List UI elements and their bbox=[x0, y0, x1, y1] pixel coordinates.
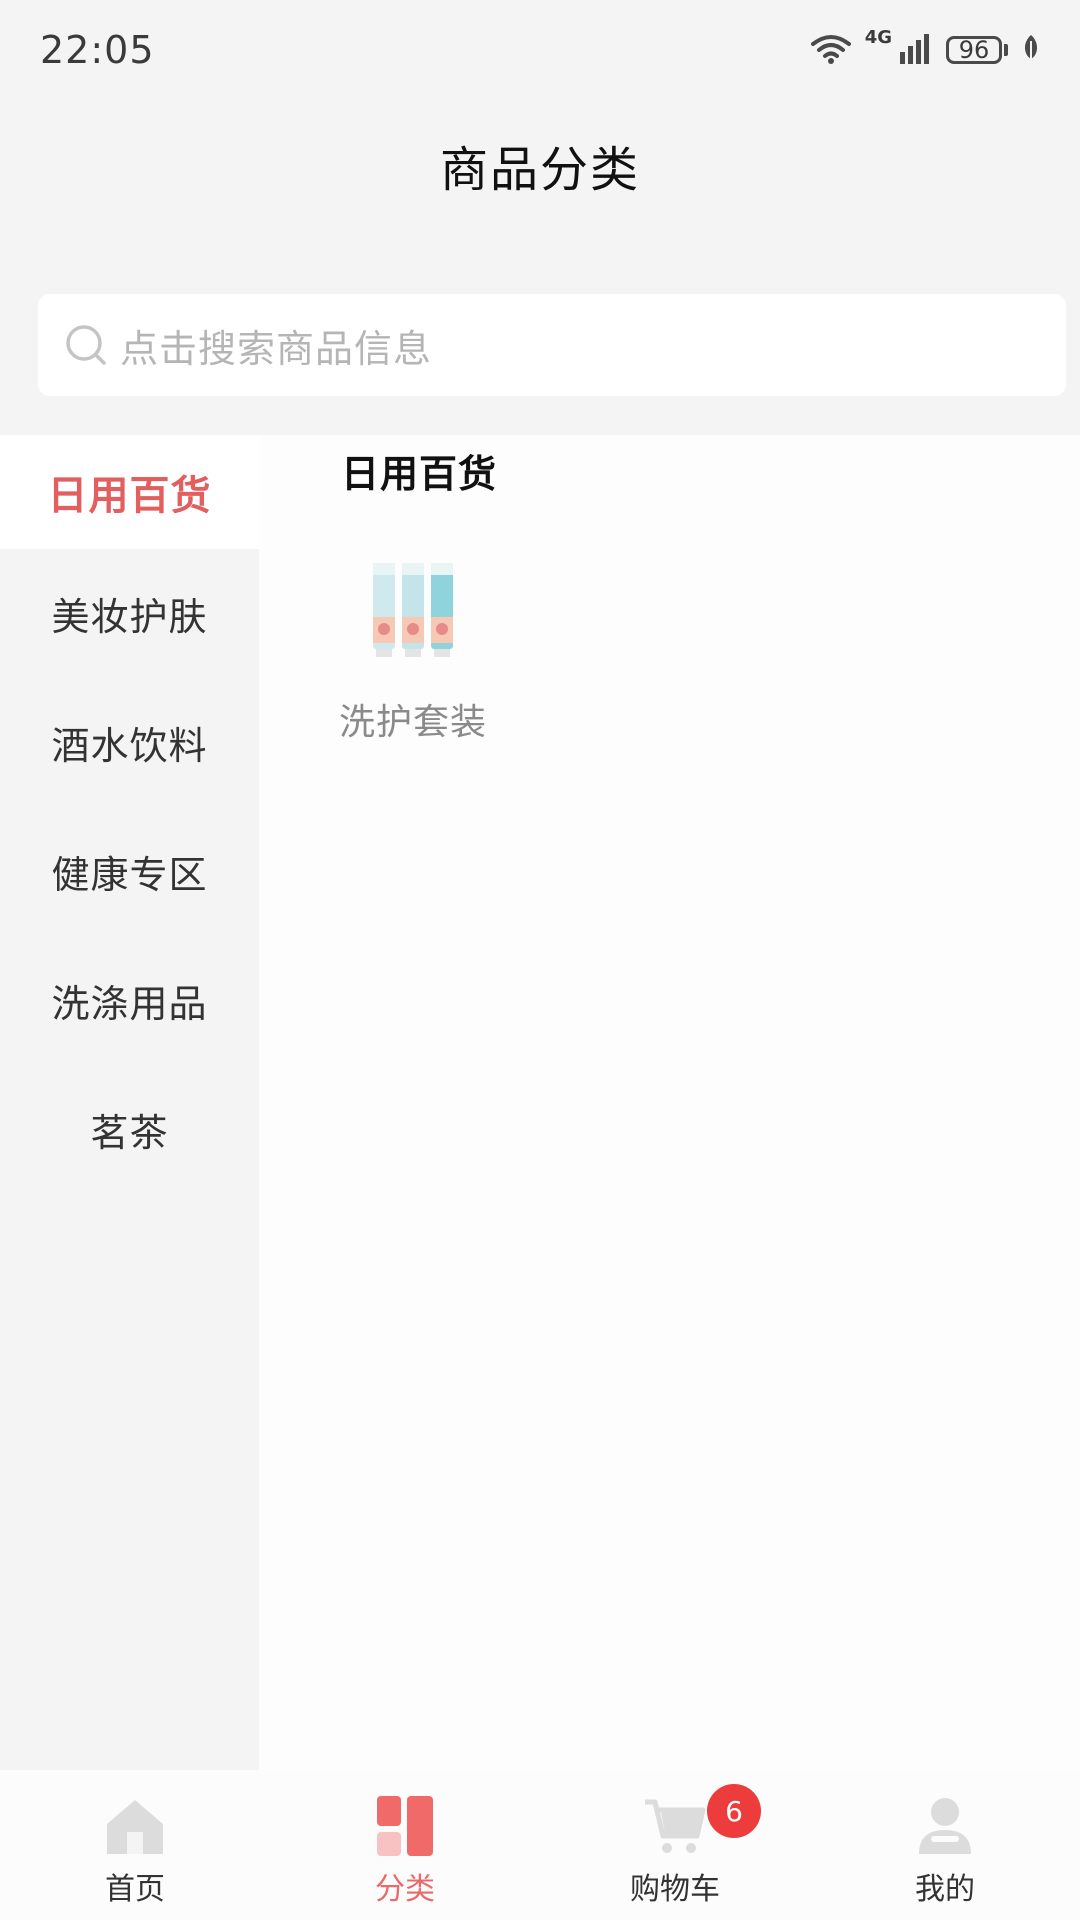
battery-icon: 96 bbox=[946, 36, 1008, 64]
cart-icon bbox=[643, 1794, 707, 1858]
search-placeholder: 点击搜索商品信息 bbox=[120, 326, 433, 371]
tab-profile[interactable]: 我的 bbox=[810, 1770, 1080, 1920]
leaf-icon bbox=[1022, 33, 1040, 67]
tab-label: 购物车 bbox=[630, 1872, 720, 1907]
search-input[interactable]: 点击搜索商品信息 bbox=[38, 294, 1066, 396]
sidebar-item-health[interactable]: 健康专区 bbox=[0, 807, 259, 936]
tab-label: 我的 bbox=[915, 1872, 975, 1907]
tab-label: 首页 bbox=[105, 1872, 165, 1907]
sidebar-item-beauty[interactable]: 美妆护肤 bbox=[0, 549, 259, 678]
cart-count-badge: 6 bbox=[707, 1784, 761, 1838]
sidebar-item-detergent[interactable]: 洗涤用品 bbox=[0, 936, 259, 1065]
home-icon bbox=[103, 1794, 167, 1858]
sidebar-item-daily-goods[interactable]: 日用百货 bbox=[0, 435, 259, 549]
search-icon bbox=[64, 323, 108, 367]
sidebar-item-drinks[interactable]: 酒水饮料 bbox=[0, 678, 259, 807]
product-name: 洗护套装 bbox=[338, 702, 487, 743]
tab-cart[interactable]: 购物车 6 bbox=[540, 1770, 810, 1920]
sidebar-item-tea[interactable]: 茗茶 bbox=[0, 1065, 259, 1194]
status-icons: 4G 96 bbox=[810, 27, 1040, 68]
signal-icon bbox=[898, 32, 932, 68]
category-icon bbox=[373, 1794, 437, 1858]
section-title: 日用百货 bbox=[341, 452, 498, 496]
tab-label: 分类 bbox=[375, 1872, 435, 1907]
category-sidebar: 日用百货 美妆护肤 酒水饮料 健康专区 洗涤用品 茗茶 bbox=[0, 435, 259, 1770]
bottom-tab-bar: 首页 分类 购物车 6 我的 bbox=[0, 1770, 1080, 1920]
category-content: 日用百货 洗护套装 bbox=[259, 435, 1080, 1770]
page-title: 商品分类 bbox=[439, 142, 640, 198]
profile-icon bbox=[913, 1794, 977, 1858]
status-bar: 22:05 4G 96 bbox=[0, 0, 1080, 100]
tab-home[interactable]: 首页 bbox=[0, 1770, 270, 1920]
toothpaste-product-image bbox=[365, 555, 461, 665]
tab-category[interactable]: 分类 bbox=[270, 1770, 540, 1920]
product-item[interactable]: 洗护套装 bbox=[333, 555, 493, 745]
page-header: 商品分类 bbox=[0, 100, 1080, 230]
battery-level: 96 bbox=[946, 36, 1002, 64]
network-type-label: 4G bbox=[864, 27, 892, 48]
wifi-icon bbox=[810, 32, 851, 68]
status-time: 22:05 bbox=[40, 28, 155, 72]
